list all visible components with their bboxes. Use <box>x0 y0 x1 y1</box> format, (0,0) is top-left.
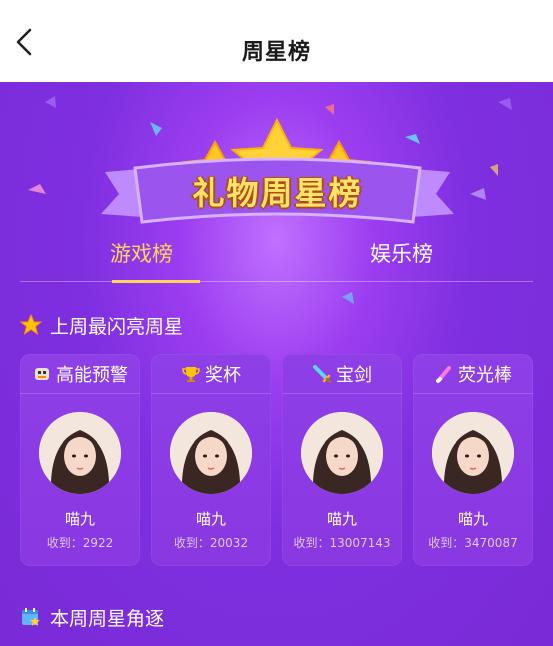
nickname: 喵九 <box>457 510 488 528</box>
section-last-week: 上周最闪亮周星 <box>20 310 183 340</box>
calendar-star-icon <box>22 608 40 626</box>
tab-game[interactable]: 游戏榜 <box>110 238 173 268</box>
avatar <box>39 412 121 494</box>
star-card[interactable]: 荧光棒 喵九 收到：3470087 <box>413 354 533 566</box>
gift-name: 宝剑 <box>336 364 372 386</box>
gift-name: 荧光棒 <box>458 364 512 386</box>
card-header: 奖杯 <box>151 354 271 394</box>
trophy-icon <box>182 366 200 382</box>
received-count: 收到：2922 <box>46 536 114 550</box>
avatar <box>301 412 383 494</box>
nickname: 喵九 <box>195 510 226 528</box>
ranking-tabs: 游戏榜 娱乐榜 <box>20 232 533 283</box>
gift-weekly-star-banner: 礼物周星榜 <box>95 110 460 235</box>
page-title: 周星榜 <box>241 40 311 65</box>
received-count: 收到：3470087 <box>428 536 518 550</box>
received-count: 收到：13007143 <box>293 536 391 550</box>
star-card[interactable]: 高能预警 喵九 收到：2922 <box>20 354 140 566</box>
card-header: 宝剑 <box>282 354 402 394</box>
star-card[interactable]: 宝剑 喵九 收到：13007143 <box>282 354 402 566</box>
star-cards: 高能预警 喵九 收到：2922 奖杯 喵九 收到：20032 宝剑 喵九 收到：… <box>20 354 536 566</box>
gift-name: 高能预警 <box>56 364 128 386</box>
sword-icon <box>313 364 332 383</box>
section-this-week: 本周周星角逐 <box>20 602 164 632</box>
avatar <box>170 412 252 494</box>
received-count: 收到：20032 <box>173 536 249 550</box>
avatar <box>432 412 514 494</box>
active-tab-indicator <box>112 280 200 283</box>
section-title: 本周周星角逐 <box>50 607 165 630</box>
main-content: 礼物周星榜 游戏榜 娱乐榜 上周最闪亮周星 高能预警 喵九 收到：2922 奖杯… <box>0 82 553 646</box>
banner-title: 礼物周星榜 <box>192 174 363 212</box>
navigation-bar: 周星榜 <box>0 0 553 82</box>
star-card[interactable]: 奖杯 喵九 收到：20032 <box>151 354 271 566</box>
nickname: 喵九 <box>326 510 357 528</box>
robot-icon <box>35 367 49 380</box>
section-title: 上周最闪亮周星 <box>50 315 184 338</box>
gift-name: 奖杯 <box>205 364 241 386</box>
card-header: 高能预警 <box>20 354 140 394</box>
card-header: 荧光棒 <box>413 354 533 394</box>
glowstick-icon <box>436 365 451 383</box>
tab-entertainment[interactable]: 娱乐榜 <box>370 238 433 268</box>
star-icon <box>20 314 42 336</box>
nickname: 喵九 <box>64 510 95 528</box>
